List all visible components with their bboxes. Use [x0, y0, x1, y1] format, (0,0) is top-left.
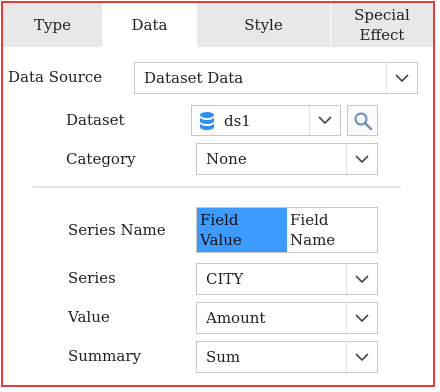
- value-select[interactable]: Amount: [196, 302, 378, 334]
- tab-bar: Type Data Style Special Effect: [3, 3, 433, 47]
- series-select[interactable]: CITY: [196, 263, 378, 295]
- value-label: Value: [68, 308, 110, 326]
- tab-type[interactable]: Type: [3, 3, 103, 47]
- search-icon: [354, 112, 372, 130]
- dataset-value: ds1: [224, 111, 251, 130]
- data-source-label: Data Source: [8, 68, 103, 86]
- summary-label: Summary: [68, 347, 141, 365]
- chevron-down-icon: [346, 264, 377, 294]
- summary-select[interactable]: Sum: [196, 341, 378, 373]
- series-label: Series: [68, 269, 116, 287]
- chevron-down-icon: [346, 342, 377, 372]
- data-source-value: Dataset Data: [144, 69, 244, 87]
- category-value: None: [206, 150, 247, 168]
- category-select[interactable]: None: [196, 143, 378, 175]
- search-dataset-button[interactable]: [347, 105, 378, 136]
- chevron-down-icon: [386, 63, 417, 93]
- chevron-down-icon: [309, 106, 340, 135]
- category-label: Category: [66, 150, 136, 168]
- series-name-option-field-name[interactable]: Field Name: [287, 208, 377, 252]
- chevron-down-icon: [346, 144, 377, 174]
- series-name-toggle: Field Value Field Name: [196, 207, 378, 253]
- series-name-option-field-value[interactable]: Field Value: [197, 208, 287, 252]
- series-value: CITY: [206, 270, 244, 288]
- database-icon: [200, 111, 214, 130]
- summary-value: Sum: [206, 348, 241, 366]
- dataset-label: Dataset: [66, 111, 125, 129]
- tab-special-effect[interactable]: Special Effect: [331, 3, 433, 47]
- dataset-select[interactable]: ds1: [191, 105, 341, 136]
- section-divider: [33, 186, 401, 188]
- value-value: Amount: [206, 309, 266, 327]
- data-source-select[interactable]: Dataset Data: [134, 62, 418, 94]
- tab-style[interactable]: Style: [197, 3, 331, 47]
- data-panel: Type Data Style Special Effect Data Sour…: [1, 1, 435, 387]
- tab-data[interactable]: Data: [103, 3, 197, 47]
- chevron-down-icon: [346, 303, 377, 333]
- series-name-label: Series Name: [68, 221, 166, 239]
